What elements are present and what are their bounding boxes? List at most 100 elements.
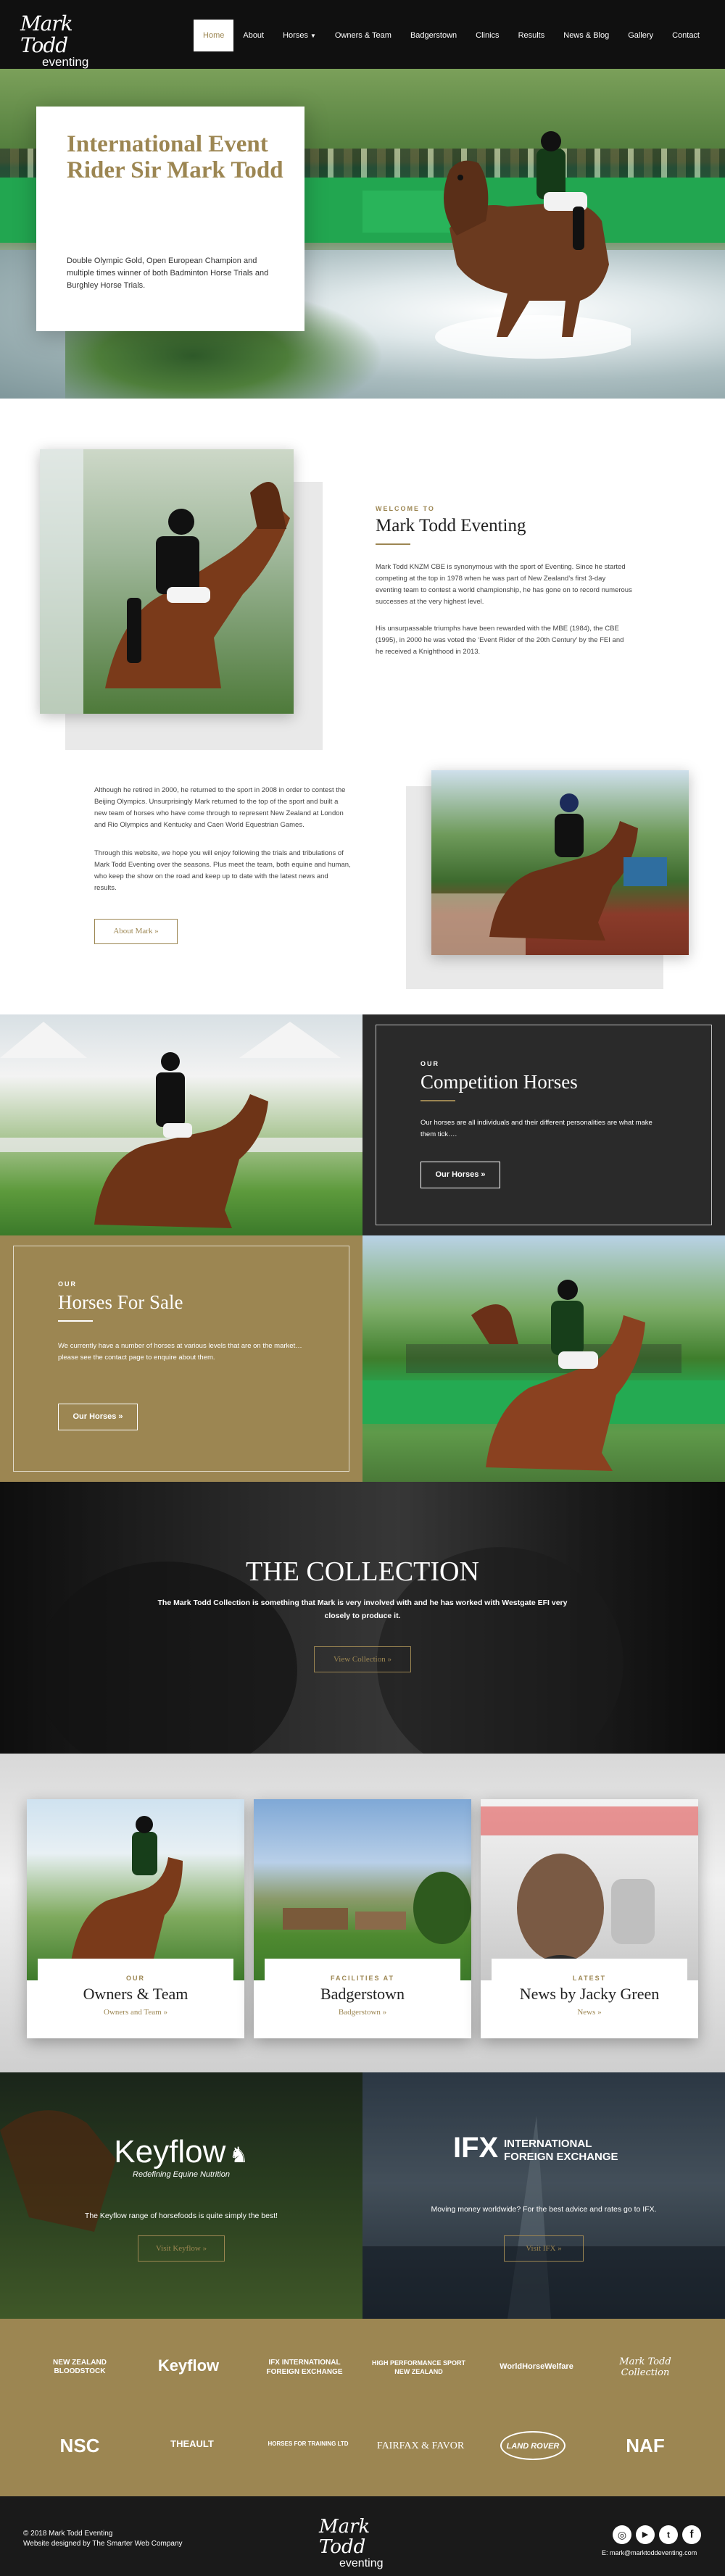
- intro-para4: Through this website, we hope you will e…: [94, 849, 351, 892]
- view-collection-button[interactable]: View Collection »: [314, 1646, 411, 1672]
- card-image: [254, 1799, 471, 1980]
- footer-designed[interactable]: Website designed by The Smarter Web Comp…: [23, 2540, 183, 2548]
- competition-heading: Competition Horses: [420, 1071, 578, 1093]
- keyflow-text: The Keyflow range of horsefoods is quite…: [84, 2212, 278, 2220]
- intro-para2: His unsurpassable triumphs have been rew…: [376, 625, 624, 656]
- horse-rider-image: [435, 131, 631, 359]
- social-links: ◎ ▶ t f: [613, 2525, 701, 2544]
- feature-cards-section: Our Owners & Team Owners and Team » Faci…: [0, 1754, 725, 2072]
- hero-card: International Event Rider Sir Mark Todd …: [36, 107, 304, 331]
- card-badgerstown[interactable]: Facilities at Badgerstown Badgerstown »: [254, 1799, 471, 2038]
- partner-world-horse-welfare-logo[interactable]: WorldHorseWelfare: [489, 2362, 584, 2371]
- about-mark-button[interactable]: About Mark »: [94, 919, 178, 944]
- partner-ifx-logo[interactable]: IFX INTERNATIONAL FOREIGN EXCHANGE: [257, 2358, 352, 2377]
- card-owners-team[interactable]: Our Owners & Team Owners and Team »: [27, 1799, 244, 2038]
- keyflow-logo: Keyflow ♞ Redefining Equine Nutrition: [83, 2134, 279, 2179]
- nav-news-blog[interactable]: News & Blog: [554, 20, 618, 51]
- intro-para1: Mark Todd KNZM CBE is synonymous with th…: [376, 563, 632, 606]
- footer-logo-sub: eventing: [339, 2557, 384, 2569]
- card-link[interactable]: News »: [492, 2008, 687, 2017]
- collection-text: The Mark Todd Collection is something th…: [157, 1598, 568, 1620]
- heading-divider: [58, 1320, 93, 1322]
- nav-gallery[interactable]: Gallery: [618, 20, 663, 51]
- main-nav: Home About Horses ▼ Owners & Team Badgers…: [194, 20, 709, 51]
- partner-naf-logo[interactable]: NAF: [613, 2435, 678, 2457]
- ifx-section: IFX INTERNATIONAL FOREIGN EXCHANGE Movin…: [362, 2072, 725, 2319]
- intro-para3: Although he retired in 2000, he returned…: [94, 786, 346, 829]
- partner-nz-bloodstock-logo[interactable]: NEW ZEALAND BLOODSTOCK: [40, 2359, 120, 2376]
- card-kicker: Facilities at: [331, 1975, 394, 1982]
- footer-logo-script: Mark Todd: [319, 2516, 370, 2558]
- heading-divider: [376, 543, 410, 545]
- partner-theault-logo[interactable]: THEAULT: [152, 2438, 232, 2449]
- intro-photo-jumping: [40, 449, 294, 714]
- nav-about[interactable]: About: [233, 20, 273, 51]
- hero-text: Double Olympic Gold, Open European Champ…: [67, 257, 269, 290]
- card-label: Facilities at Badgerstown Badgerstown »: [265, 1959, 460, 2038]
- partner-land-rover-logo[interactable]: LAND ROVER: [500, 2431, 566, 2460]
- competition-kicker: Our: [420, 1060, 439, 1067]
- nav-results[interactable]: Results: [509, 20, 555, 51]
- card-image: [481, 1799, 698, 1980]
- footer-email[interactable]: E: mark@marktoddeventing.com: [602, 2549, 697, 2556]
- partner-mark-todd-collection-logo[interactable]: Mark Todd Collection: [602, 2356, 689, 2378]
- collection-heading: THE COLLECTION: [246, 1556, 479, 1587]
- ifx-logo: IFX INTERNATIONAL FOREIGN EXCHANGE: [453, 2132, 642, 2175]
- for-sale-photo: [362, 1235, 725, 1482]
- intro-heading: Mark Todd Eventing: [376, 516, 526, 535]
- heading-divider: [420, 1100, 455, 1101]
- card-kicker: Our: [126, 1975, 145, 1982]
- hero-title: International Event Rider Sir Mark Todd: [67, 131, 283, 183]
- hero-banner: International Event Rider Sir Mark Todd …: [0, 69, 725, 399]
- card-news[interactable]: Latest News by Jacky Green News »: [481, 1799, 698, 2038]
- visit-ifx-button[interactable]: Visit IFX »: [504, 2235, 584, 2262]
- card-image: [27, 1799, 244, 1980]
- twitter-icon[interactable]: t: [659, 2525, 678, 2544]
- partner-fairfax-favor-logo[interactable]: FAIRFAX & FAVOR: [370, 2440, 471, 2452]
- nav-home[interactable]: Home: [194, 20, 234, 51]
- footer-logo[interactable]: Mark Todd eventing: [319, 2517, 406, 2570]
- youtube-icon[interactable]: ▶: [636, 2525, 655, 2544]
- footer-copyright: © 2018 Mark Todd Eventing: [23, 2530, 113, 2538]
- for-sale-horses-button[interactable]: Our Horses »: [58, 1404, 138, 1430]
- collection-section: THE COLLECTION The Mark Todd Collection …: [0, 1482, 725, 1754]
- card-title: Badgerstown: [320, 1985, 405, 2003]
- site-header: Mark Todd eventing Home About Horses ▼ Ow…: [0, 0, 725, 69]
- card-label: Latest News by Jacky Green News »: [492, 1959, 687, 2038]
- intro-photo-cross-country: [431, 770, 689, 955]
- nav-owners-team[interactable]: Owners & Team: [326, 20, 401, 51]
- visit-keyflow-button[interactable]: Visit Keyflow »: [138, 2235, 225, 2262]
- competition-horses-button[interactable]: Our Horses »: [420, 1162, 500, 1188]
- site-logo[interactable]: Mark Todd eventing: [20, 12, 107, 70]
- ifx-logo-line2: FOREIGN EXCHANGE: [504, 2151, 618, 2163]
- partners-section: NEW ZEALAND BLOODSTOCK Keyflow IFX INTER…: [0, 2319, 725, 2496]
- keyflow-section: Keyflow ♞ Redefining Equine Nutrition Th…: [0, 2072, 362, 2319]
- facebook-icon[interactable]: f: [682, 2525, 701, 2544]
- card-title: News by Jacky Green: [519, 1985, 660, 2003]
- instagram-icon[interactable]: ◎: [613, 2525, 631, 2544]
- nav-badgerstown[interactable]: Badgerstown: [401, 20, 466, 51]
- card-link[interactable]: Owners and Team »: [38, 2008, 233, 2017]
- competition-photo: [0, 1014, 362, 1235]
- logo-script: Mark Todd: [20, 12, 73, 57]
- for-sale-heading: Horses For Sale: [58, 1291, 183, 1313]
- partner-keyflow-logo[interactable]: Keyflow: [141, 2356, 236, 2375]
- nav-horses[interactable]: Horses ▼: [273, 20, 326, 51]
- partner-high-performance-logo[interactable]: HIGH PERFORMANCE SPORT NEW ZEALAND: [370, 2359, 468, 2376]
- nav-contact[interactable]: Contact: [663, 20, 709, 51]
- card-link[interactable]: Badgerstown »: [265, 2008, 460, 2017]
- for-sale-kicker: Our: [58, 1280, 77, 1288]
- card-kicker: Latest: [572, 1975, 607, 1982]
- card-label: Our Owners & Team Owners and Team »: [38, 1959, 233, 2038]
- partner-horses-for-training-logo[interactable]: HORSES FOR TRAINING LTD: [257, 2440, 359, 2447]
- ifx-logo-text: IFX: [453, 2132, 499, 2164]
- ifx-text: Moving money worldwide? For the best adv…: [431, 2205, 657, 2214]
- partner-nsc-logo[interactable]: NSC: [44, 2435, 116, 2457]
- chevron-down-icon: ▼: [310, 33, 316, 39]
- nav-clinics[interactable]: Clinics: [466, 20, 508, 51]
- logo-sub: eventing: [42, 55, 89, 69]
- for-sale-text: We currently have a number of horses at …: [58, 1342, 302, 1362]
- ifx-logo-line1: INTERNATIONAL: [504, 2138, 592, 2150]
- card-title: Owners & Team: [83, 1985, 188, 2003]
- competition-panel: Our Competition Horses Our horses are al…: [362, 1014, 725, 1235]
